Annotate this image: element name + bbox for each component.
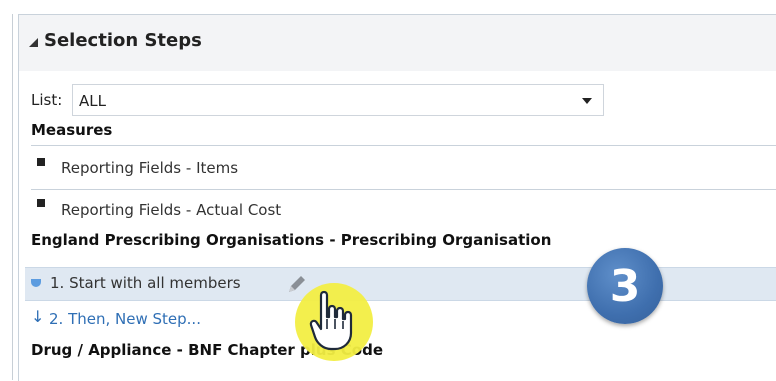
panel-title: Selection Steps (44, 30, 202, 51)
chevron-down-icon[interactable] (582, 98, 592, 104)
selection-step-row[interactable]: 1. Start with all members (25, 267, 776, 301)
measure-item: Reporting Fields - Actual Cost (61, 201, 282, 219)
selection-steps-panel: Selection Steps List: ALL Measures Repor… (18, 14, 776, 381)
org-section-heading: England Prescribing Organisations - Pres… (31, 231, 552, 249)
blue-step-dot-icon (31, 279, 41, 287)
top-strip (0, 0, 776, 14)
list-selected-value: ALL (79, 92, 106, 110)
step-label[interactable]: 1. Start with all members (50, 274, 241, 292)
bullet-icon (37, 199, 45, 207)
measure-item: Reporting Fields - Items (61, 159, 239, 177)
divider (31, 145, 776, 146)
pencil-edit-icon[interactable] (285, 272, 309, 296)
divider (31, 189, 776, 190)
collapse-triangle-icon[interactable] (29, 38, 38, 47)
hand-pointer-icon (309, 290, 353, 351)
panel-header[interactable]: Selection Steps (19, 15, 776, 71)
down-arrow-icon: ↓ (31, 307, 45, 326)
new-step-link[interactable]: 2. Then, New Step... (49, 310, 201, 328)
measures-heading: Measures (31, 121, 113, 139)
list-label: List: (31, 91, 63, 109)
bullet-icon (37, 158, 45, 166)
left-divider (12, 14, 13, 380)
step-number-badge: 3 (587, 248, 663, 324)
list-dropdown[interactable]: ALL (72, 84, 604, 116)
